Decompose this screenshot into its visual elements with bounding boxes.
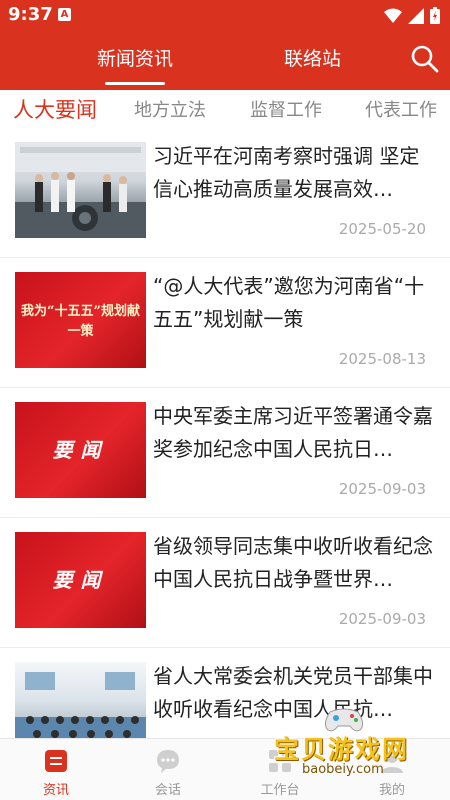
app-header: 新闻资讯 联络站	[0, 32, 450, 90]
news-thumbnail-photo	[15, 662, 146, 738]
chat-icon	[157, 750, 179, 773]
workbench-icon	[269, 750, 291, 772]
category-tab-deputy-work[interactable]: 代表工作	[365, 96, 437, 122]
bottom-nav: 资讯 会话 工作台 我的	[0, 738, 450, 800]
thumbnail-text: 我为“十五五”规划献一策	[21, 304, 140, 339]
news-item[interactable]: 省人大常委会机关党员干部集中收听收看纪念中国人民抗…	[0, 648, 450, 738]
nav-item-profile[interactable]: 我的	[336, 739, 448, 800]
nav-label: 工作台	[260, 783, 300, 798]
news-thumbnail-yaowen-banner: 要闻	[15, 532, 146, 628]
news-thumbnail-yaowen-banner: 要闻	[15, 402, 146, 498]
tab-liaison-station[interactable]: 联络站	[284, 44, 341, 71]
news-item[interactable]: 要闻 中央军委主席习近平签署通令嘉奖参加纪念中国人民抗日… 2025-09-03	[0, 388, 450, 518]
category-tab-supervision[interactable]: 监督工作	[250, 96, 322, 122]
category-tab-local-legislation[interactable]: 地方立法	[134, 96, 206, 122]
status-icons	[384, 7, 440, 24]
wifi-icon	[384, 8, 402, 23]
news-date: 2025-05-20	[338, 220, 426, 238]
news-title: 省人大常委会机关党员干部集中收听收看纪念中国人民抗…	[153, 664, 433, 721]
signal-icon	[408, 7, 424, 24]
news-date: 2025-08-13	[338, 350, 426, 368]
news-item[interactable]: 我为“十五五”规划献一策 “@人大代表”邀您为河南省“十五五”规划献一策 202…	[0, 258, 450, 388]
nav-item-workbench[interactable]: 工作台	[224, 739, 336, 800]
news-title: 中央军委主席习近平签署通令嘉奖参加纪念中国人民抗日…	[153, 404, 433, 461]
news-list: 习近平在河南考察时强调 坚定信心推动高质量发展高效… 2025-05-20 我为…	[0, 128, 450, 738]
news-item[interactable]: 习近平在河南考察时强调 坚定信心推动高质量发展高效… 2025-05-20	[0, 128, 450, 258]
meeting-photo-illustration	[15, 672, 146, 738]
news-date: 2025-09-03	[338, 480, 426, 498]
battery-icon	[430, 7, 440, 24]
notification-app-icon: A	[58, 8, 71, 21]
nav-label: 会话	[154, 783, 181, 798]
nav-item-news[interactable]: 资讯	[0, 739, 112, 800]
news-icon	[45, 750, 67, 772]
category-tabs: 人大要闻 地方立法 监督工作 代表工作	[0, 90, 450, 128]
nav-item-chat[interactable]: 会话	[112, 739, 224, 800]
tab-news[interactable]: 新闻资讯	[97, 44, 173, 85]
news-title: 习近平在河南考察时强调 坚定信心推动高质量发展高效…	[153, 144, 420, 201]
thumbnail-text: 要闻	[52, 568, 109, 592]
news-title: “@人大代表”邀您为河南省“十五五”规划献一策	[153, 274, 425, 331]
news-thumbnail-photo	[15, 142, 146, 238]
profile-icon	[381, 751, 403, 773]
status-bar: 9:37 A	[0, 0, 450, 32]
news-date: 2025-09-03	[338, 610, 426, 628]
inspection-photo-illustration	[15, 142, 146, 238]
thumbnail-text: 要闻	[52, 438, 109, 462]
nav-label: 资讯	[42, 783, 69, 798]
news-item[interactable]: 要闻 省级领导同志集中收听收看纪念中国人民抗日战争暨世界… 2025-09-03	[0, 518, 450, 648]
nav-label: 我的	[378, 783, 405, 798]
search-icon[interactable]	[410, 44, 440, 74]
news-title: 省级领导同志集中收听收看纪念中国人民抗日战争暨世界…	[153, 534, 433, 591]
status-time: 9:37	[8, 4, 53, 25]
news-thumbnail-plan-banner: 我为“十五五”规划献一策	[15, 272, 146, 368]
category-tab-npc-news[interactable]: 人大要闻	[13, 94, 97, 124]
